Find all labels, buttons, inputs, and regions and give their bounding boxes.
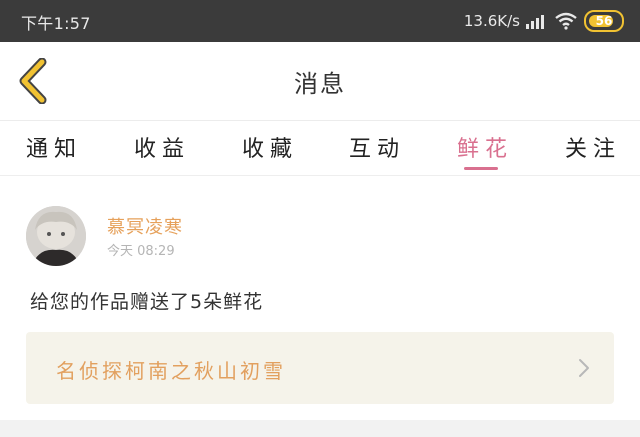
status-time: 下午1:57 <box>21 14 91 33</box>
message-card: 慕冥凌寒 今天 08:29 给您的作品赠送了5朵鲜花 名侦探柯南之秋山初雪 <box>0 176 640 420</box>
battery-icon: 56 <box>584 10 624 32</box>
signal-icon <box>526 13 548 29</box>
tab-notification[interactable]: 通知 <box>26 131 82 163</box>
status-bar: 下午1:57 13.6K/s 56 <box>0 0 640 42</box>
wifi-icon <box>554 12 578 30</box>
battery-level: 56 <box>595 14 613 28</box>
work-title: 名侦探柯南之秋山初雪 <box>56 359 286 383</box>
page-title: 消息 <box>294 70 346 98</box>
tab-follows[interactable]: 关注 <box>565 131 621 163</box>
work-link[interactable]: 名侦探柯南之秋山初雪 <box>26 332 614 404</box>
message-text: 给您的作品赠送了5朵鲜花 <box>30 291 264 313</box>
tab-flowers[interactable]: 鲜花 <box>457 131 513 163</box>
sender-name[interactable]: 慕冥凌寒 <box>107 213 183 239</box>
chevron-right-icon <box>578 358 590 382</box>
tab-earnings[interactable]: 收益 <box>134 131 190 163</box>
status-right-group: 13.6K/s 56 <box>464 10 624 32</box>
tab-interactions[interactable]: 互动 <box>349 131 405 163</box>
active-tab-indicator <box>464 167 498 170</box>
avatar[interactable] <box>26 206 86 266</box>
tab-favorites[interactable]: 收藏 <box>242 131 298 163</box>
network-speed: 13.6K/s <box>463 12 520 30</box>
message-time: 今天 08:29 <box>107 244 175 259</box>
tab-bar: 通知 收益 收藏 互动 鲜花 关注 <box>0 121 640 176</box>
header: 消息 <box>0 42 640 121</box>
